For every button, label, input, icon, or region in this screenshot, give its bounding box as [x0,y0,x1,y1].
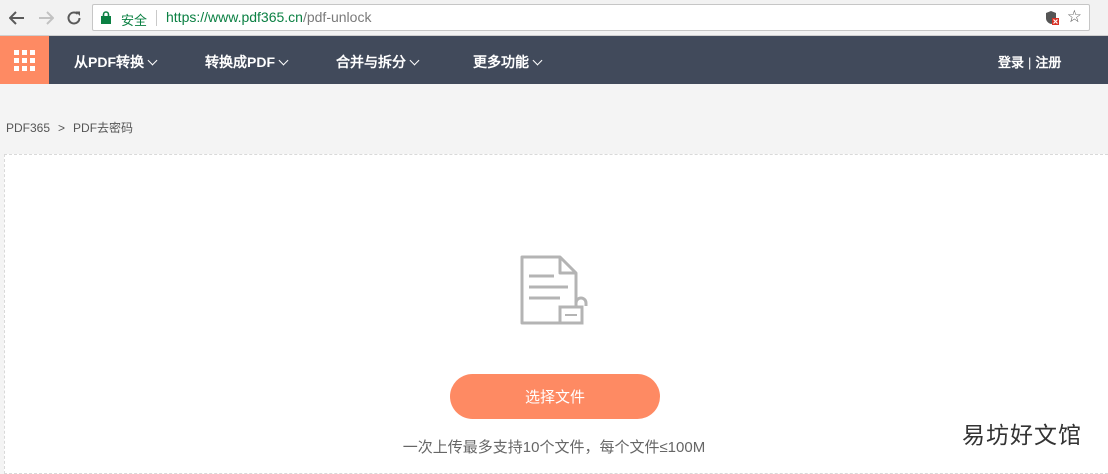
breadcrumb-current: PDF去密码 [73,121,134,135]
breadcrumb: PDF365 > PDF去密码 [6,119,133,136]
browser-toolbar: 安全 https://www.pdf365.cn/pdf-unlock ☆ [0,0,1108,36]
menu-label: 转换成PDF [205,54,275,70]
shield-blocked-icon[interactable] [1045,10,1059,26]
chevron-down-icon [532,55,543,66]
address-bar[interactable]: 安全 https://www.pdf365.cn/pdf-unlock ☆ [92,4,1090,31]
lock-icon [101,11,111,24]
menu-label: 从PDF转换 [74,54,144,70]
bookmark-star-icon[interactable]: ☆ [1067,7,1082,27]
watermark: 易坊好文馆 [962,422,1082,448]
breadcrumb-separator: > [58,121,66,135]
menu-merge-split[interactable]: 合并与拆分 [336,52,420,72]
url-text[interactable]: https://www.pdf365.cn/pdf-unlock [166,9,371,25]
upload-hint: 一次上传最多支持10个文件，每个文件≤100M [402,439,706,456]
back-arrow-icon[interactable] [6,7,28,29]
menu-label: 更多功能 [473,54,529,70]
apps-grid-icon[interactable] [0,36,49,84]
unlocked-document-icon [520,255,588,325]
register-link[interactable]: 注册 [1035,55,1061,70]
secure-label: 安全 [121,13,148,28]
address-divider [156,10,157,26]
menu-to-pdf[interactable]: 转换成PDF [205,52,289,72]
chevron-down-icon [278,55,289,66]
menu-from-pdf[interactable]: 从PDF转换 [74,52,158,72]
login-link[interactable]: 登录 [998,55,1024,70]
auth-links: 登录 | 注册 [998,52,1061,71]
site-header: 从PDF转换 转换成PDF 合并与拆分 更多功能 登录 | 注册 [0,36,1108,84]
url-host: https://www.pdf365.cn [166,9,303,25]
choose-file-button[interactable]: 选择文件 [450,374,660,419]
chevron-down-icon [147,55,158,66]
menu-more-features[interactable]: 更多功能 [473,52,543,72]
forward-arrow-icon[interactable] [35,7,57,29]
auth-separator: | [1028,55,1032,70]
reload-icon[interactable] [63,7,85,29]
breadcrumb-home[interactable]: PDF365 [6,121,50,135]
menu-label: 合并与拆分 [336,54,406,70]
url-path: /pdf-unlock [302,9,372,25]
chevron-down-icon [409,55,420,66]
